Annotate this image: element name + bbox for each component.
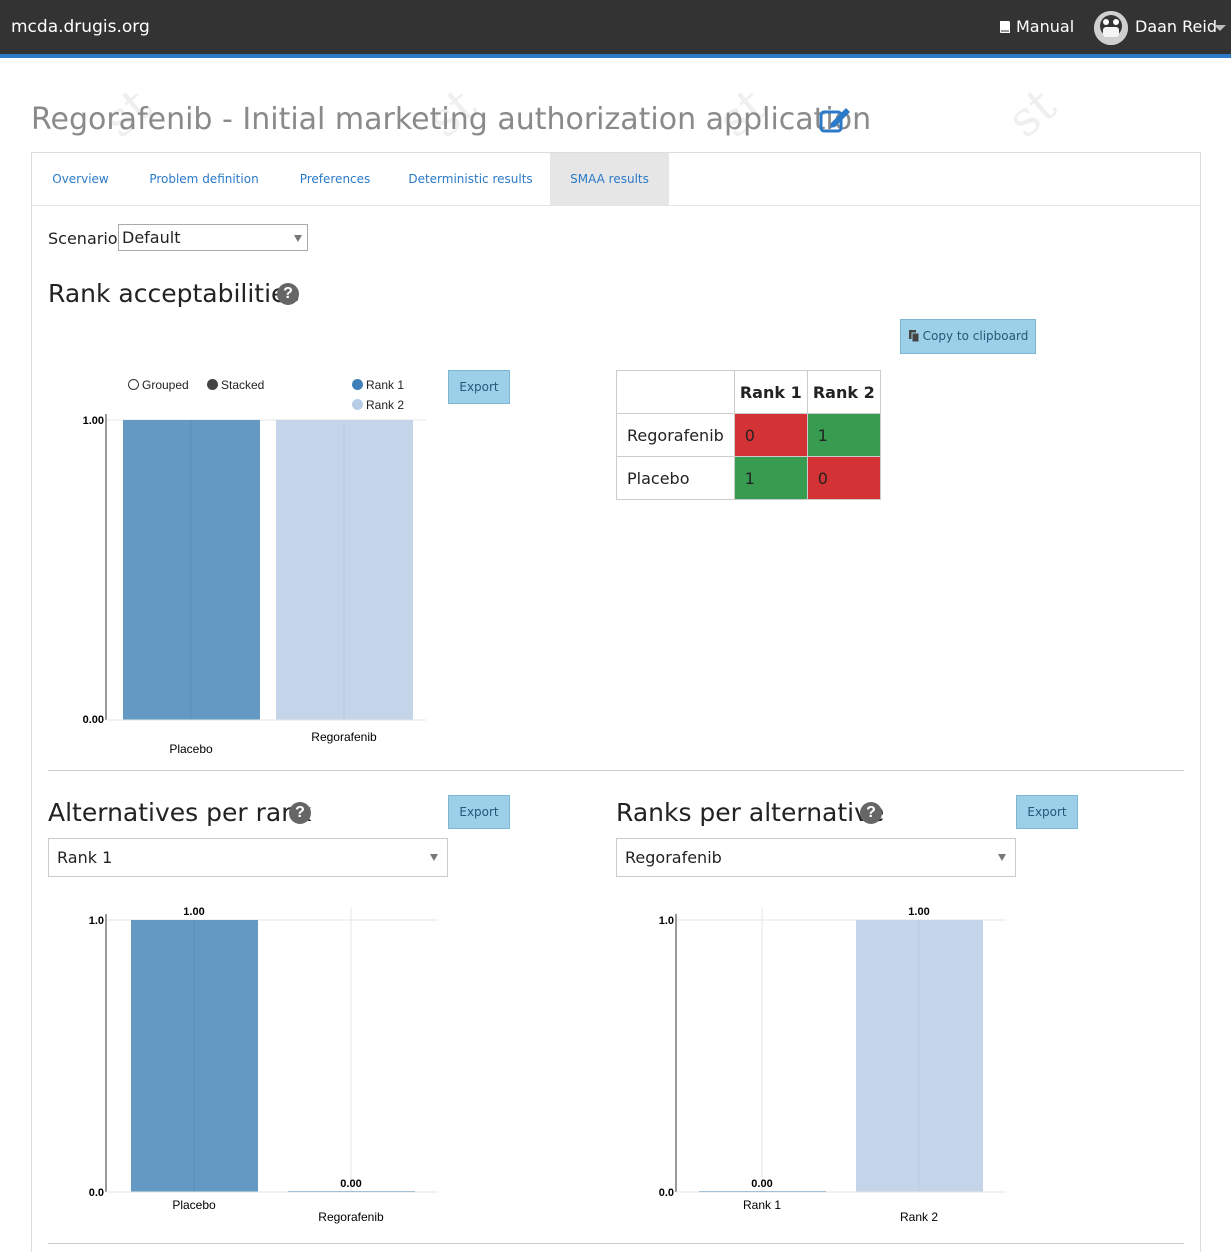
rank-select-caret-icon xyxy=(430,854,438,861)
copy-label: Copy to clipboard xyxy=(922,329,1029,343)
y-tick-label: 0.00 xyxy=(83,714,104,726)
alternatives-per-rank-heading: Alternatives per rank xyxy=(48,798,312,827)
rank-acceptabilities-heading: Rank acceptabilities xyxy=(48,279,300,308)
scenario-value: Default xyxy=(122,228,181,247)
legend-rank1-label[interactable]: Rank 1 xyxy=(366,378,404,392)
alternative-select-caret-icon xyxy=(998,854,1006,861)
legend-rank1-swatch[interactable] xyxy=(352,379,363,390)
avatar-image-icon xyxy=(1094,11,1128,45)
scenario-select[interactable]: Default xyxy=(118,224,308,251)
table-row: Regorafenib 0 1 xyxy=(616,413,881,457)
y-tick-label: 1.0 xyxy=(659,915,674,927)
manual-label: Manual xyxy=(1016,17,1075,36)
section-divider xyxy=(48,770,1184,771)
y-tick-label: 0.0 xyxy=(89,1187,104,1199)
watermark: st xyxy=(997,77,1067,149)
x-tick-label: Rank 1 xyxy=(743,1198,781,1212)
row-label: Placebo xyxy=(616,456,735,500)
tab-deterministic-results[interactable]: Deterministic results xyxy=(391,153,550,205)
rank-acceptability-table: Rank 1 Rank 2 Regorafenib 0 1 Placebo 1 … xyxy=(616,370,881,500)
x-tick-label: Placebo xyxy=(172,1198,216,1212)
book-icon xyxy=(1000,21,1010,33)
y-tick-label: 1.0 xyxy=(89,915,104,927)
tab-bar: Overview Problem definition Preferences … xyxy=(32,153,1200,206)
x-tick-label: Regorafenib xyxy=(318,1210,384,1224)
scenario-caret-icon xyxy=(294,235,302,242)
data-label: 1.00 xyxy=(908,906,929,918)
x-tick-label: Regorafenib xyxy=(311,730,377,744)
tab-preferences[interactable]: Preferences xyxy=(279,153,391,205)
table-cell: 0 xyxy=(733,413,808,457)
help-icon[interactable]: ? xyxy=(860,802,882,824)
user-menu-name[interactable]: Daan Reid xyxy=(1135,17,1217,36)
help-icon[interactable]: ? xyxy=(289,802,311,824)
tab-smaa-results[interactable]: SMAA results xyxy=(550,153,669,205)
data-label: 0.00 xyxy=(751,1178,772,1190)
x-tick-label: Placebo xyxy=(169,742,213,756)
rank-select[interactable]: Rank 1 xyxy=(48,838,448,877)
ranks-per-alternative-heading: Ranks per alternative xyxy=(616,798,885,827)
stacked-label[interactable]: Stacked xyxy=(221,378,264,392)
page-title: Regorafenib - Initial marketing authoriz… xyxy=(31,102,872,137)
grouped-label[interactable]: Grouped xyxy=(142,378,189,392)
clipboard-icon xyxy=(908,330,920,343)
rank-select-value: Rank 1 xyxy=(57,848,113,867)
ranks-per-alternative-chart: 1.0 0.0 0.00 1.00 Rank 1 Rank 2 xyxy=(659,906,1006,1224)
table-cell: 1 xyxy=(806,413,881,457)
manual-link[interactable]: Manual xyxy=(998,17,1074,36)
table-header-empty xyxy=(616,370,735,414)
row-label: Regorafenib xyxy=(616,413,735,457)
brand-link[interactable]: mcda.drugis.org xyxy=(11,17,150,37)
tab-overview[interactable]: Overview xyxy=(32,153,129,205)
rank-acceptabilities-chart: 1.00 0.00 Placebo Regorafenib xyxy=(83,414,426,756)
section-divider xyxy=(48,1243,1184,1244)
copy-to-clipboard-button[interactable]: Copy to clipboard xyxy=(900,319,1036,354)
table-header-rank2: Rank 2 xyxy=(806,370,881,414)
top-navbar: mcda.drugis.org Manual Daan Reid xyxy=(0,0,1231,58)
data-label: 1.00 xyxy=(183,906,204,918)
x-tick-label: Rank 2 xyxy=(900,1210,938,1224)
help-icon[interactable]: ? xyxy=(277,283,299,305)
y-tick-label: 0.0 xyxy=(659,1187,674,1199)
avatar[interactable] xyxy=(1094,11,1128,45)
table-header-row: Rank 1 Rank 2 xyxy=(616,370,881,414)
tab-problem-definition[interactable]: Problem definition xyxy=(129,153,279,205)
y-tick-label: 1.00 xyxy=(83,415,104,427)
stacked-radio[interactable] xyxy=(207,379,218,390)
export-button[interactable]: Export xyxy=(448,795,510,829)
alternative-select-value: Regorafenib xyxy=(625,848,722,867)
alternatives-per-rank-chart: 1.0 0.0 1.00 0.00 Placebo Regorafenib xyxy=(89,906,438,1224)
alternative-select[interactable]: Regorafenib xyxy=(616,838,1016,877)
scenario-label: Scenario: xyxy=(48,229,123,248)
edit-title-icon[interactable] xyxy=(819,106,851,139)
table-row: Placebo 1 0 xyxy=(616,456,881,500)
legend-rank2-swatch[interactable] xyxy=(352,399,363,410)
export-button[interactable]: Export xyxy=(448,370,510,404)
table-cell: 0 xyxy=(806,456,881,500)
data-label: 0.00 xyxy=(340,1178,361,1190)
grouped-radio[interactable] xyxy=(128,379,139,390)
export-button[interactable]: Export xyxy=(1016,795,1078,829)
table-cell: 1 xyxy=(733,456,808,500)
table-header-rank1: Rank 1 xyxy=(733,370,808,414)
user-menu-caret-icon[interactable] xyxy=(1214,25,1226,31)
